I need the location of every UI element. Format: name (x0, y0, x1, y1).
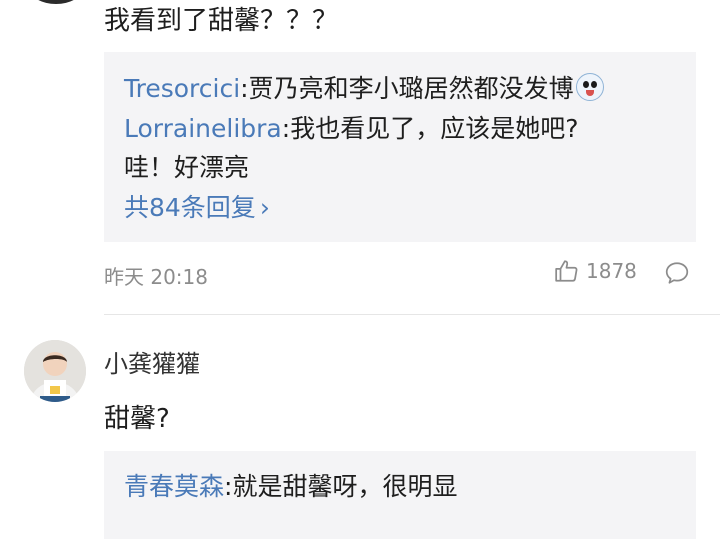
reply-text: :我也看见了，应该是她吧? (281, 114, 579, 143)
reply-box[interactable]: Tresorcici:贾乃亮和李小璐居然都没发博 Lorrainelibra:我… (104, 52, 696, 242)
avatar[interactable] (24, 340, 86, 402)
comment-text: 甜馨? (104, 404, 170, 434)
reply-text-continuation: 哇！好漂亮 (124, 153, 250, 182)
more-replies-link[interactable]: 共84条回复 › (124, 188, 270, 224)
divider (104, 314, 720, 315)
thumbs-up-icon (555, 260, 578, 282)
reply-username[interactable]: 青春莫森 (124, 472, 224, 501)
more-replies-label: 共84条回复 (124, 193, 256, 222)
username[interactable]: 小龚獾獾 (104, 344, 200, 379)
reply-item: Tresorcici:贾乃亮和李小璐居然都没发博 (124, 69, 604, 105)
like-count: 1878 (586, 259, 637, 283)
reply-item: 青春莫森:就是甜馨呀，很明显 (124, 467, 457, 503)
comment-bubble-icon[interactable] (664, 260, 690, 286)
comment-time: 昨天 20:18 (104, 265, 208, 289)
avatar[interactable] (30, 0, 82, 4)
comment-text: 我看到了甜馨？？？ (104, 6, 339, 36)
chevron-right-icon: › (259, 193, 270, 222)
reply-text: :贾乃亮和李小璐居然都没发博 (240, 74, 574, 103)
reply-username[interactable]: Lorrainelibra (124, 114, 282, 143)
reply-text: :就是甜馨呀，很明显 (224, 472, 458, 501)
reply-item: Lorrainelibra:我也看见了，应该是她吧? (124, 109, 578, 145)
surprised-face-emoji-icon (575, 73, 604, 101)
reply-username[interactable]: Tresorcici (124, 74, 240, 103)
reply-box[interactable]: 青春莫森:就是甜馨呀，很明显 (104, 451, 696, 539)
like-button[interactable]: 1878 (554, 258, 637, 284)
